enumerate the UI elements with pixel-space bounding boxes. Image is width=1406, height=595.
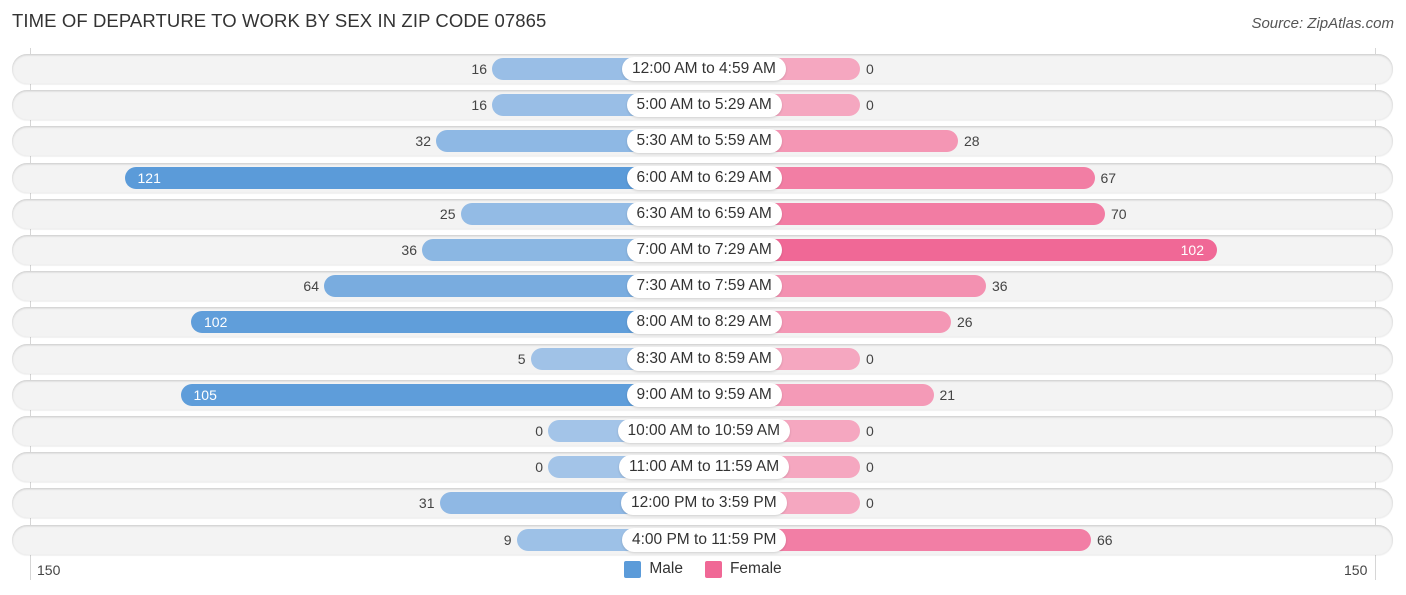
female-value-label: 0 <box>866 97 874 113</box>
category-label: 11:00 AM to 11:59 AM <box>619 455 790 479</box>
category-label: 8:30 AM to 8:59 AM <box>626 347 782 371</box>
male-bar[interactable] <box>124 167 704 189</box>
category-label: 9:00 AM to 9:59 AM <box>626 383 782 407</box>
category-label: 8:00 AM to 8:29 AM <box>626 310 782 334</box>
female-value-label: 0 <box>866 459 874 475</box>
female-value-label: 28 <box>964 133 980 149</box>
male-value-label: 32 <box>415 133 431 149</box>
legend-item-female[interactable]: Female <box>704 560 782 578</box>
male-value-label: 102 <box>204 314 228 330</box>
male-value-label: 0 <box>535 423 543 439</box>
category-label: 6:00 AM to 6:29 AM <box>626 166 782 190</box>
category-label: 4:00 PM to 11:59 PM <box>622 528 787 552</box>
female-value-label: 66 <box>1097 532 1113 548</box>
category-label: 12:00 AM to 4:59 AM <box>622 57 786 81</box>
male-value-label: 5 <box>517 351 526 367</box>
female-value-label: 26 <box>957 314 973 330</box>
source-label: Source: ZipAtlas.com <box>1251 15 1394 32</box>
female-value-label: 70 <box>1111 206 1127 222</box>
male-value-label: 31 <box>418 495 435 511</box>
category-label: 6:30 AM to 6:59 AM <box>626 202 782 226</box>
chart-title: TIME OF DEPARTURE TO WORK BY SEX IN ZIP … <box>12 10 547 31</box>
male-value-label: 0 <box>535 459 543 475</box>
male-value-label: 121 <box>137 170 161 186</box>
category-label: 10:00 AM to 10:59 AM <box>617 419 791 443</box>
category-label: 7:30 AM to 7:59 AM <box>626 274 782 298</box>
legend-label-female: Female <box>729 560 782 577</box>
category-label: 7:00 AM to 7:29 AM <box>626 238 782 262</box>
male-value-label: 9 <box>503 532 512 548</box>
female-value-label: 0 <box>866 423 874 439</box>
male-value-label: 16 <box>471 61 487 77</box>
female-value-label: 0 <box>866 61 874 77</box>
legend: Male Female <box>0 560 1406 578</box>
category-label: 12:00 PM to 3:59 PM <box>621 491 787 515</box>
female-value-label: 0 <box>866 495 874 511</box>
legend-swatch-female <box>704 560 722 578</box>
category-label: 5:00 AM to 5:29 AM <box>626 93 782 117</box>
male-value-label: 36 <box>401 242 417 258</box>
category-label: 5:30 AM to 5:59 AM <box>626 129 782 153</box>
male-value-label: 64 <box>303 278 319 294</box>
male-value-label: 105 <box>193 387 217 403</box>
female-value-label: 102 <box>1180 242 1204 258</box>
legend-item-male[interactable]: Male <box>624 560 683 578</box>
female-value-label: 67 <box>1100 170 1117 186</box>
female-value-label: 0 <box>866 351 874 367</box>
male-bar[interactable] <box>180 384 704 406</box>
male-value-label: 25 <box>439 206 456 222</box>
legend-label-male: Male <box>649 560 683 577</box>
female-value-label: 21 <box>939 387 956 403</box>
legend-swatch-male <box>624 560 642 578</box>
female-value-label: 36 <box>992 278 1008 294</box>
male-value-label: 16 <box>471 97 487 113</box>
